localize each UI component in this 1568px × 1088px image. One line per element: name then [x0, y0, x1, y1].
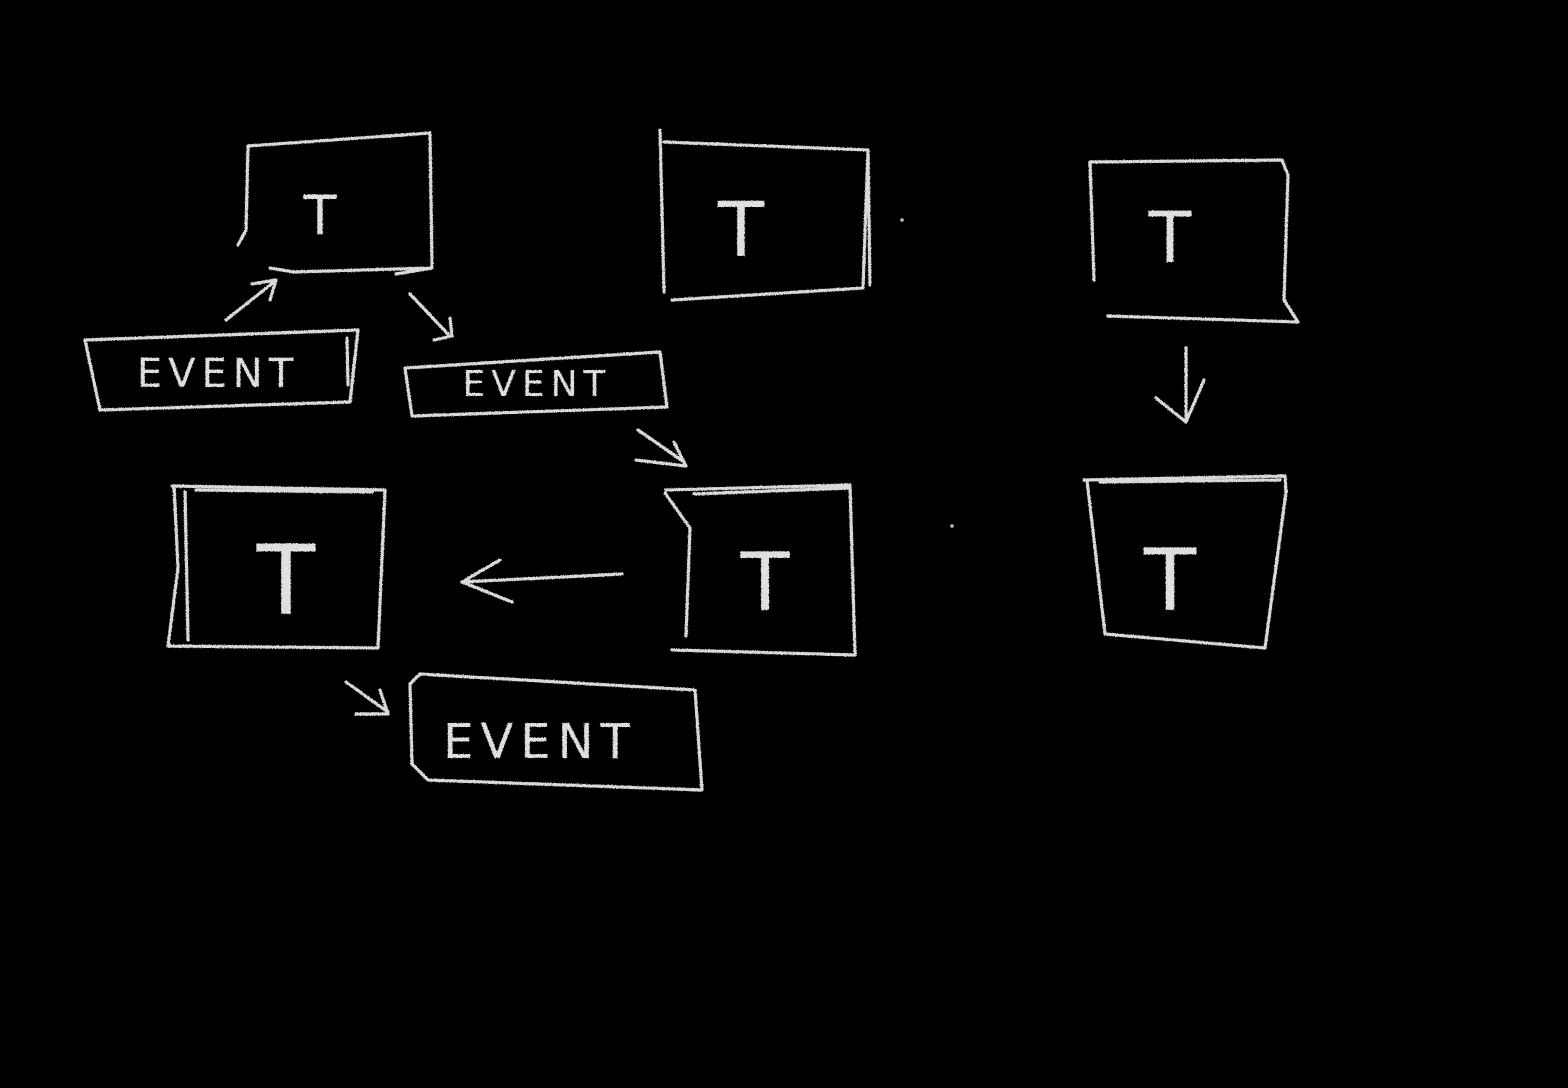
arrow-t5-to-t4 — [460, 558, 624, 604]
t-box-6: T — [1082, 474, 1288, 650]
arrow-t4-to-event3 — [344, 680, 390, 716]
arrow-event1-to-t1 — [224, 278, 278, 322]
event-box-2-label: EVENT — [462, 364, 611, 405]
t-box-2: T — [658, 128, 872, 302]
event-box-3-label: EVENT — [443, 714, 637, 770]
t-box-1: T — [236, 131, 434, 276]
t-box-2-label: T — [717, 185, 765, 274]
t-box-4-label: T — [256, 525, 316, 637]
arrow-t1-to-event2 — [408, 292, 454, 342]
chalk-dot — [900, 218, 904, 222]
diagram-svg: T T T T T T EVENT EVENT EVENT — [83, 128, 1300, 792]
t-box-5: T — [663, 483, 857, 657]
t-box-3-label: T — [1148, 197, 1192, 279]
arrow-t3-to-t6 — [1154, 346, 1206, 424]
t-box-5-label: T — [740, 536, 791, 629]
t-box-1-label: T — [303, 184, 338, 247]
chalk-dot — [950, 524, 954, 528]
t-box-2-outline — [658, 128, 872, 302]
chalkboard-canvas: T T T T T T EVENT EVENT EVENT — [0, 0, 1568, 1088]
arrow-event2-to-t5 — [634, 428, 688, 468]
t-box-4: T — [166, 484, 387, 650]
t-box-6-label: T — [1143, 531, 1197, 631]
t-box-3-outline — [1088, 158, 1300, 324]
t-box-3: T — [1088, 158, 1300, 324]
event-box-2: EVENT — [403, 350, 669, 418]
event-box-1-label: EVENT — [137, 351, 299, 397]
event-box-3: EVENT — [408, 672, 704, 792]
event-box-1: EVENT — [83, 328, 360, 412]
